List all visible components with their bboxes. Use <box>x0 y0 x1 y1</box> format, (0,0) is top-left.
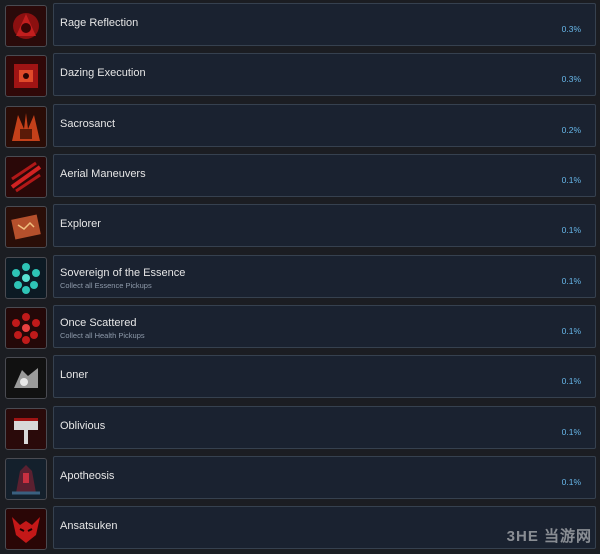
achievement-row-rage-reflection[interactable]: Rage Reflection 0.3% <box>0 3 600 51</box>
achievement-panel: Dazing Execution 0.3% <box>53 53 596 96</box>
achievement-panel: Sovereign of the Essence Collect all Ess… <box>53 255 596 298</box>
achievement-panel: Rage Reflection 0.3% <box>53 3 596 46</box>
achievement-row-dazing-execution[interactable]: Dazing Execution 0.3% <box>0 53 600 101</box>
achievement-panel: Oblivious 0.1% <box>53 406 596 449</box>
health-orbs-icon <box>5 307 47 349</box>
achievement-percent: 0.1% <box>561 175 581 185</box>
achievement-percent: 0.1% <box>561 276 581 286</box>
loner-icon <box>5 357 47 399</box>
achievement-description: Collect all Essence Pickups <box>60 281 152 290</box>
achievement-percent: 0.1% <box>561 477 581 487</box>
achievement-row-once-scattered[interactable]: Once Scattered Collect all Health Pickup… <box>0 305 600 353</box>
watermark-logo: 3HE 当游网 <box>506 528 592 545</box>
achievement-name: Oblivious <box>60 420 106 432</box>
achievement-panel: Explorer 0.1% <box>53 204 596 247</box>
achievement-list: Rage Reflection 0.3% Dazing Execution 0.… <box>0 0 600 552</box>
achievement-panel: Apotheosis 0.1% <box>53 456 596 499</box>
achievement-name: Sovereign of the Essence <box>60 267 186 279</box>
achievement-row-sovereign-of-the-essence[interactable]: Sovereign of the Essence Collect all Ess… <box>0 255 600 303</box>
explorer-map-icon <box>5 206 47 248</box>
achievement-name: Once Scattered <box>60 317 137 329</box>
achievement-panel: Sacrosanct 0.2% <box>53 104 596 147</box>
achievement-name: Aerial Maneuvers <box>60 168 146 180</box>
essence-orbs-icon <box>5 257 47 299</box>
achievement-row-sacrosanct[interactable]: Sacrosanct 0.2% <box>0 104 600 152</box>
achievement-panel: Loner 0.1% <box>53 355 596 398</box>
achievement-percent: 0.1% <box>561 427 581 437</box>
achievement-name: Explorer <box>60 218 101 230</box>
achievement-percent: 0.3% <box>561 24 581 34</box>
aerial-maneuvers-icon <box>5 156 47 198</box>
achievement-panel: Aerial Maneuvers 0.1% <box>53 154 596 197</box>
achievement-percent: 0.1% <box>561 376 581 386</box>
achievement-name: Loner <box>60 369 89 381</box>
sacrosanct-icon <box>5 106 47 148</box>
achievement-row-explorer[interactable]: Explorer 0.1% <box>0 204 600 252</box>
achievement-percent: 0.3% <box>561 74 581 84</box>
achievement-name: Dazing Execution <box>60 67 146 79</box>
ansatsuken-demon-icon <box>5 508 47 550</box>
achievement-row-loner[interactable]: Loner 0.1% <box>0 355 600 403</box>
achievement-percent: 0.1% <box>561 326 581 336</box>
achievement-row-aerial-maneuvers[interactable]: Aerial Maneuvers 0.1% <box>0 154 600 202</box>
achievement-description: Collect all Health Pickups <box>60 331 145 340</box>
dazing-execution-icon <box>5 55 47 97</box>
rage-reflection-icon <box>5 5 47 47</box>
oblivious-sign-icon <box>5 408 47 450</box>
achievement-percent: 0.1% <box>561 225 581 235</box>
apotheosis-icon <box>5 458 47 500</box>
achievement-name: Ansatsuken <box>60 520 118 532</box>
achievement-panel: Once Scattered Collect all Health Pickup… <box>53 305 596 348</box>
achievement-name: Rage Reflection <box>60 17 139 29</box>
achievement-row-oblivious[interactable]: Oblivious 0.1% <box>0 406 600 454</box>
achievement-percent: 0.2% <box>561 125 581 135</box>
achievement-name: Apotheosis <box>60 470 115 482</box>
achievement-name: Sacrosanct <box>60 118 116 130</box>
achievement-row-apotheosis[interactable]: Apotheosis 0.1% <box>0 456 600 504</box>
